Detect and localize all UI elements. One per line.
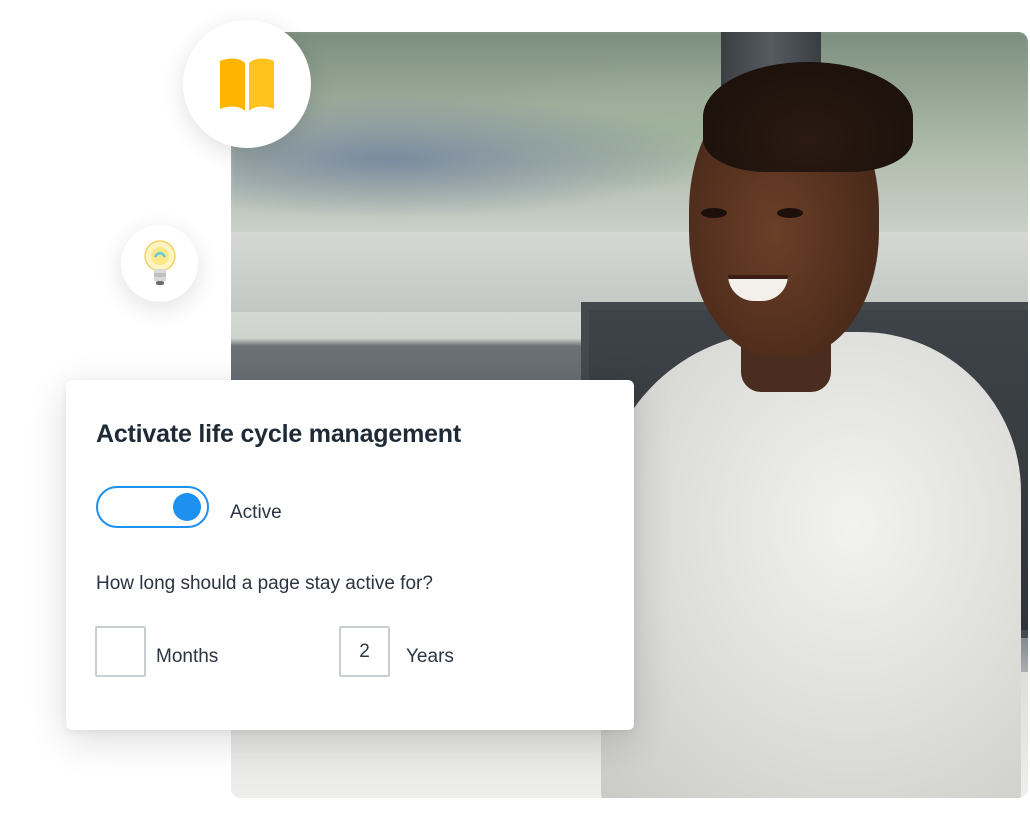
lightbulb-icon xyxy=(143,239,176,285)
book-icon xyxy=(220,58,274,111)
toggle-label: Active xyxy=(230,502,282,523)
active-toggle[interactable] xyxy=(96,486,209,528)
card-title: Activate life cycle management xyxy=(96,420,461,448)
months-label: Months xyxy=(156,646,219,667)
photo-person-hoodie xyxy=(601,332,1021,798)
months-input[interactable] xyxy=(95,626,146,677)
photo-window-ledge xyxy=(231,232,1028,312)
photo-person-hair xyxy=(703,62,913,172)
lightbulb-badge xyxy=(121,225,198,302)
lifecycle-settings-card: Activate life cycle management Active Ho… xyxy=(66,380,634,730)
photo-person-eye-left xyxy=(701,208,727,218)
toggle-knob xyxy=(173,493,201,521)
years-label: Years xyxy=(406,646,454,667)
book-badge xyxy=(183,20,311,148)
photo-person-eye-right xyxy=(777,208,803,218)
duration-question: How long should a page stay active for? xyxy=(96,573,433,594)
years-input[interactable] xyxy=(339,626,390,677)
